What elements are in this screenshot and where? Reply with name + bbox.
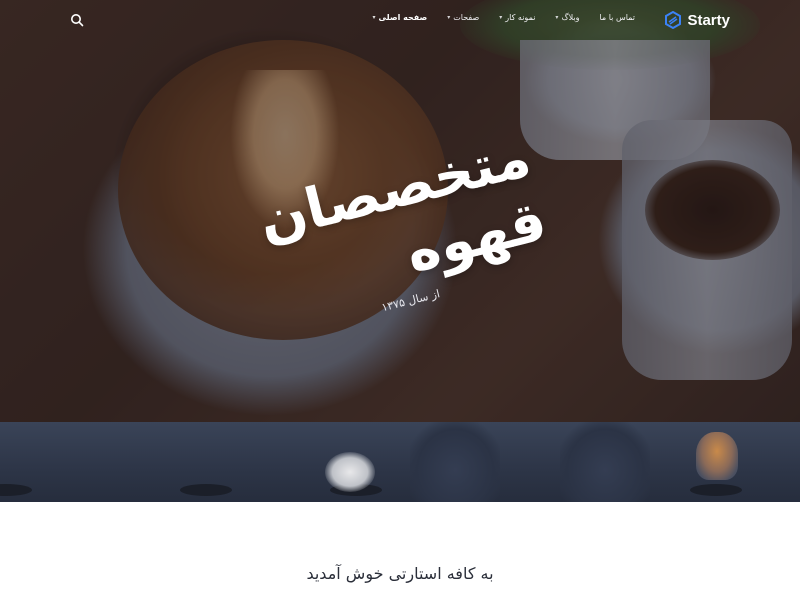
person-image — [410, 422, 500, 502]
chevron-down-icon: ▾ — [555, 14, 559, 21]
brand-name: Starty — [687, 11, 730, 29]
stool-image — [0, 484, 32, 496]
chevron-down-icon: ▾ — [499, 14, 503, 21]
chevron-down-icon: ▾ — [447, 14, 451, 21]
search-button[interactable] — [70, 12, 84, 27]
navbar: Starty صفحه اصلی ▾ صفحات ▾ نمونه کار ▾ و… — [0, 0, 800, 40]
welcome-title: به کافه استارتی خوش آمدید — [306, 564, 494, 583]
hat-image — [696, 432, 738, 480]
nav-item-label: نمونه کار — [505, 13, 536, 22]
nav-item-portfolio[interactable]: نمونه کار ▾ — [499, 13, 535, 22]
cafe-interior-image — [0, 422, 800, 502]
nav-item-label: وبلاگ — [561, 13, 580, 22]
chevron-down-icon: ▾ — [372, 14, 376, 21]
welcome-section: به کافه استارتی خوش آمدید — [0, 502, 800, 600]
brand-logo-link[interactable]: Starty — [664, 9, 730, 31]
nav-item-home[interactable]: صفحه اصلی ▾ — [373, 13, 428, 22]
nav-item-label: تماس با ما — [599, 13, 635, 22]
nav-item-contact[interactable]: تماس با ما — [599, 13, 635, 22]
stool-image — [180, 484, 232, 496]
nav-item-label: صفحات — [453, 13, 480, 22]
nav-item-blog[interactable]: وبلاگ ▾ — [555, 13, 579, 22]
nav-item-label: صفحه اصلی — [378, 13, 428, 22]
person-image — [560, 422, 650, 502]
search-icon — [71, 14, 84, 27]
stool-image — [690, 484, 742, 496]
brand-logo-icon — [665, 11, 682, 29]
nav-item-pages[interactable]: صفحات ▾ — [447, 13, 479, 22]
hero-section: متخصصان قهوه از سال ۱۳۷۵ — [0, 0, 800, 422]
flowers-image — [325, 452, 375, 492]
main-menu: صفحه اصلی ▾ صفحات ▾ نمونه کار ▾ وبلاگ ▾ … — [373, 13, 636, 22]
